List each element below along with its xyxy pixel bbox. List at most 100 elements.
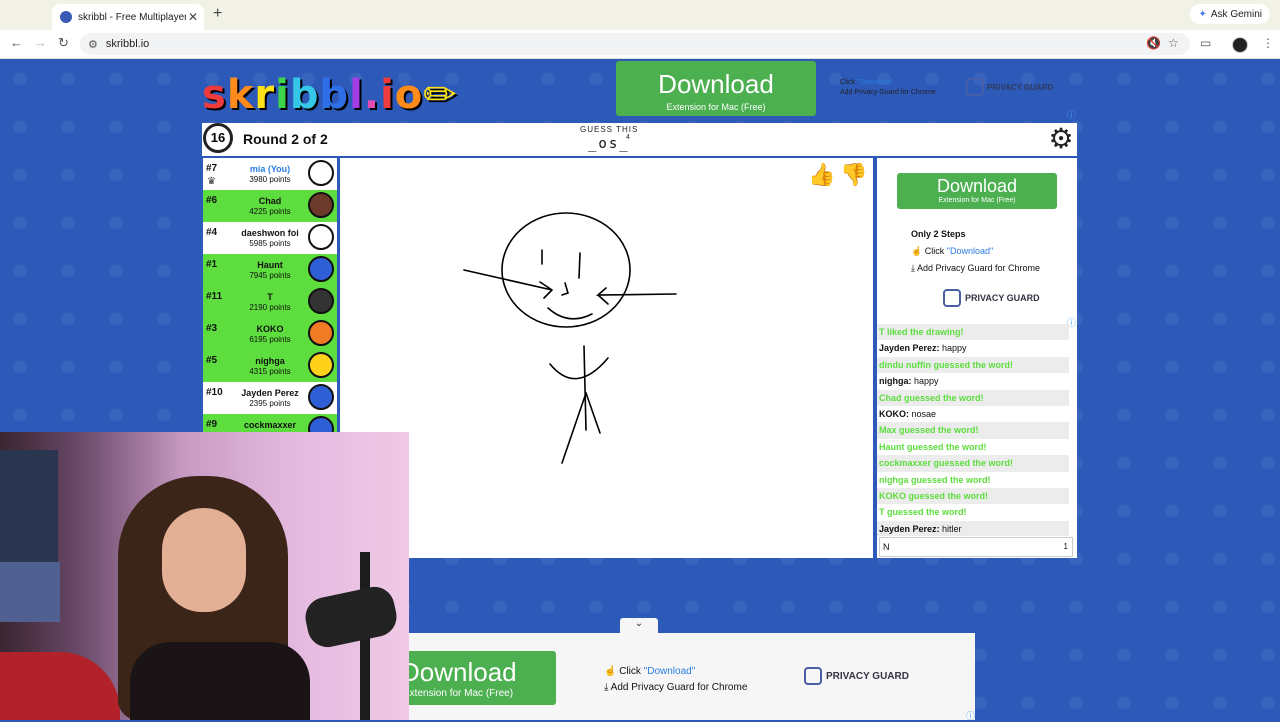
player-row[interactable]: #10 Jayden Perez 2395 points	[203, 382, 337, 414]
player-row[interactable]: #11 T 2190 points	[203, 286, 337, 318]
player-rank: #5	[206, 355, 218, 366]
player-rank: #1	[206, 259, 218, 270]
ask-gemini-button[interactable]: ✦ Ask Gemini	[1190, 4, 1270, 24]
ad-download-button-bottom[interactable]: Download Extension for Mac (Free)	[409, 651, 556, 705]
privacy-guard-brand: PRIVACY GUARD	[826, 670, 909, 682]
ad-step1-link[interactable]: "Download"	[947, 246, 993, 256]
drawn-arm-right	[595, 287, 677, 305]
timer-clock: 16	[203, 123, 233, 153]
player-name: Haunt	[257, 260, 283, 270]
ad-steps-bottom: ☝ Click "Download" ⤓ Add Privacy Guard f…	[604, 664, 747, 696]
player-avatar	[308, 256, 334, 282]
close-tab-icon[interactable]: ✕	[186, 10, 200, 24]
player-row[interactable]: #9 cockmaxxer	[203, 414, 337, 432]
menu-kebab-icon[interactable]: ⋮	[1262, 36, 1274, 50]
ad-download-sub: Extension for Mac (Free)	[409, 688, 514, 699]
drawn-leg-right	[585, 392, 601, 434]
ad-download-button-top[interactable]: Download Extension for Mac (Free)	[616, 61, 816, 116]
drawn-leg-left	[561, 392, 587, 464]
player-name: T	[267, 292, 273, 302]
drawn-eye-right	[578, 252, 581, 279]
ad-download-button-right[interactable]: Download Extension for Mac (Free)	[897, 173, 1057, 209]
forward-icon[interactable]: →	[34, 35, 47, 50]
download-icon: ⤓	[911, 263, 915, 273]
skribbl-logo[interactable]: skribbl.io✏	[202, 72, 458, 118]
browser-toolbar: ← → ↻ ⚙ skribbl.io 🔇 ☆ ▭ ⋮	[0, 30, 1280, 59]
player-points: 2395 points	[249, 399, 291, 408]
ad-download-label: Download	[409, 657, 517, 687]
player-points: 4225 points	[249, 207, 291, 216]
chat-input-value: N	[883, 542, 890, 552]
gemini-sparkle-icon: ✦	[1198, 8, 1207, 20]
chat-message: KOKO: nosae	[877, 405, 1069, 423]
player-points: 7945 points	[249, 271, 291, 280]
player-row[interactable]: #1 Haunt 7945 points	[203, 254, 337, 286]
drawn-head	[501, 212, 631, 328]
profile-avatar[interactable]	[1232, 37, 1248, 53]
ad-only-steps: Only 2 Steps	[911, 229, 966, 239]
chat-log[interactable]: T liked the drawing! Jayden Perez: happy…	[877, 324, 1069, 536]
player-rank: #9	[206, 419, 218, 430]
chat-message: nighga: happy	[877, 373, 1069, 390]
player-avatar	[308, 352, 334, 378]
ad-info-icon[interactable]: ⓘ	[1067, 108, 1076, 121]
chat-message: T guessed the word!	[877, 504, 1069, 521]
cast-icon[interactable]: ▭	[1200, 36, 1211, 50]
ad-download-label: Download	[936, 176, 1018, 196]
chat-message: T liked the drawing!	[877, 324, 1069, 341]
player-avatar	[308, 384, 334, 410]
drawing-strokes	[463, 212, 677, 464]
player-list: #7 ♛ mia (You) 3980 points #6 Chad 4225 …	[203, 158, 337, 432]
ad-step1-prefix: Click	[924, 246, 945, 256]
ad-step1-prefix: Click	[619, 666, 641, 677]
player-row[interactable]: #3 KOKO 6195 points	[203, 318, 337, 350]
bookmark-star-icon[interactable]: ☆	[1168, 36, 1179, 50]
privacy-guard-icon	[804, 667, 822, 685]
back-icon[interactable]: ←	[10, 35, 23, 50]
thumbs-down-icon[interactable]: 👎	[840, 162, 868, 190]
ad-steps-right: Only 2 Steps ☝ Click "Download" ⤓ Add Pr…	[911, 226, 1040, 277]
player-name: KOKO	[256, 324, 284, 334]
word-length: 4	[626, 134, 630, 141]
settings-gear-icon[interactable]: ⚙	[1046, 124, 1076, 154]
collapse-ad-chevron-icon[interactable]: ⌄	[620, 618, 658, 634]
ad-step1-link[interactable]: "Download"	[644, 666, 696, 677]
drawn-mouth	[547, 307, 593, 320]
player-rank: #6	[206, 195, 218, 206]
tab-title: skribbl - Free Multiplayer Dra	[78, 11, 186, 23]
chat-message: Chad guessed the word!	[877, 389, 1069, 406]
privacy-guard-logo-right: PRIVACY GUARD	[943, 289, 1040, 307]
privacy-guard-icon	[943, 289, 961, 307]
new-tab-icon[interactable]: +	[213, 5, 222, 23]
player-points: 4315 points	[249, 367, 291, 376]
privacy-guard-logo-bottom: PRIVACY GUARD	[804, 667, 909, 685]
ad-step2: Add Privacy Guard for Chrome	[840, 89, 936, 96]
player-row[interactable]: #7 ♛ mia (You) 3980 points	[203, 158, 337, 190]
thumbs-up-icon[interactable]: 👍	[808, 162, 836, 190]
address-bar[interactable]: ⚙ skribbl.io	[80, 33, 1190, 55]
ad-download-sub: Extension for Mac (Free)	[938, 197, 1016, 204]
browser-tab[interactable]: skribbl - Free Multiplayer Dra ✕	[52, 4, 204, 30]
ad-step1-link[interactable]: "Download"	[857, 79, 893, 86]
drawing-canvas[interactable]	[340, 158, 873, 558]
player-row[interactable]: #5 nighga 4315 points	[203, 350, 337, 382]
mute-icon[interactable]: 🔇	[1146, 36, 1161, 50]
chat-message: Haunt guessed the word!	[877, 438, 1069, 456]
player-rank: #7	[206, 163, 218, 174]
ask-gemini-label: Ask Gemini	[1210, 8, 1262, 20]
player-avatar	[308, 320, 334, 346]
player-rank: #4	[206, 227, 218, 238]
player-points: 6195 points	[249, 335, 291, 344]
player-row[interactable]: #4 daeshwon foi 5985 points	[203, 222, 337, 254]
ad-step2: Add Privacy Guard for Chrome	[917, 263, 1041, 273]
player-row[interactable]: #6 Chad 4225 points	[203, 190, 337, 222]
chat-input[interactable]: N 1	[879, 537, 1073, 557]
ad-step2: Add Privacy Guard for Chrome	[610, 682, 748, 693]
ad-info-icon[interactable]: ⓘ	[966, 709, 975, 722]
webcam-overlay	[0, 432, 409, 720]
skribbl-favicon-icon	[60, 11, 72, 23]
reload-icon[interactable]: ↻	[58, 35, 69, 51]
site-settings-icon[interactable]: ⚙	[88, 38, 98, 51]
pointer-icon: ☝	[911, 246, 923, 256]
player-avatar	[308, 288, 334, 314]
